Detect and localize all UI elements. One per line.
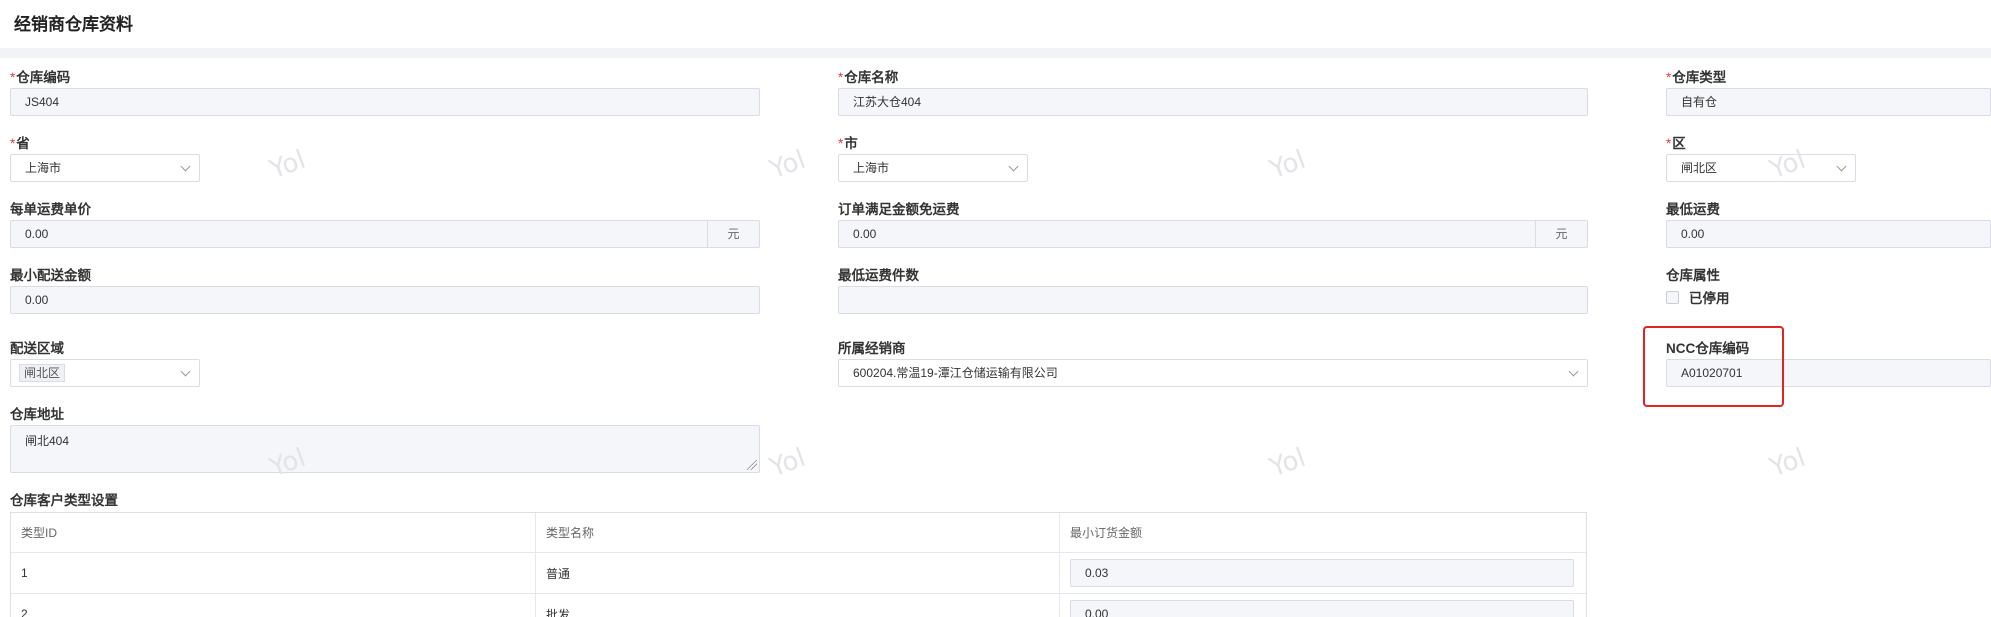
disabled-checkbox[interactable]: [1666, 290, 1679, 304]
warehouse-attr-field: 仓库属性 已停用: [1666, 264, 1991, 314]
warehouse-code-input[interactable]: JS404: [10, 88, 760, 116]
watermark: Yol: [765, 442, 810, 484]
chevron-down-icon: [1568, 366, 1579, 377]
address-label: 仓库地址: [10, 407, 64, 422]
district-value: 闸北区: [1681, 161, 1718, 175]
column-header-type-id: 类型ID: [11, 513, 536, 552]
resize-handle-icon[interactable]: [747, 460, 757, 470]
customer-types-title: 仓库客户类型设置: [10, 493, 118, 508]
distributor-field: 所属经销商 600204.常温19-潭江仓储运输有限公司: [838, 337, 1588, 389]
header-divider: [0, 48, 1991, 58]
min-freight-qty-field: 最低运费件数: [838, 264, 1588, 316]
type-id-cell: 2: [11, 594, 536, 617]
chevron-down-icon: [180, 366, 191, 377]
city-select[interactable]: 上海市: [838, 154, 1028, 182]
province-field: *省 上海市: [10, 132, 200, 184]
city-label: 市: [844, 136, 858, 151]
watermark: Yol: [765, 144, 810, 186]
min-delivery-label: 最小配送金额: [10, 268, 91, 283]
column-header-min-order: 最小订货金额: [1070, 526, 1143, 540]
delivery-area-label: 配送区域: [10, 341, 64, 356]
district-select[interactable]: 闸北区: [1666, 154, 1856, 182]
min-freight-field: 最低运费 0.00: [1666, 198, 1991, 250]
page-header: 经销商仓库资料: [0, 0, 1991, 48]
warehouse-type-input[interactable]: 自有仓: [1666, 88, 1991, 116]
district-field: *区 闸北区: [1666, 132, 1856, 184]
min-order-input[interactable]: 0.00: [1070, 600, 1574, 617]
unit-freight-label: 每单运费单价: [10, 202, 91, 217]
warehouse-attr-label: 仓库属性: [1666, 268, 1720, 283]
table-header: 类型ID 类型名称 最小订货金额: [11, 513, 1586, 553]
type-name-cell: 普通: [536, 553, 1060, 593]
min-order-input[interactable]: 0.03: [1070, 559, 1574, 587]
address-value: 闸北404: [25, 434, 70, 448]
min-freight-qty-label: 最低运费件数: [838, 268, 919, 283]
district-label: 区: [1672, 136, 1686, 151]
chevron-down-icon: [180, 161, 191, 172]
chevron-down-icon: [1008, 161, 1019, 172]
warehouse-name-input[interactable]: 江苏大仓404: [838, 88, 1588, 116]
highlight-box: [1643, 326, 1784, 407]
type-name-cell: 批发: [536, 594, 1060, 617]
min-freight-qty-input[interactable]: [838, 286, 1588, 314]
province-value: 上海市: [25, 161, 62, 175]
min-delivery-input[interactable]: 0.00: [10, 286, 760, 314]
distributor-select[interactable]: 600204.常温19-潭江仓储运输有限公司: [838, 359, 1588, 387]
unit-freight-suffix: 元: [707, 221, 759, 247]
table-row: 2 批发 0.00: [11, 594, 1586, 617]
warehouse-name-field: *仓库名称 江苏大仓404: [838, 66, 1588, 118]
required-mark: *: [838, 136, 844, 151]
free-freight-label: 订单满足金额免运费: [838, 202, 960, 217]
required-mark: *: [10, 136, 16, 151]
required-mark: *: [10, 70, 16, 85]
disabled-checkbox-label: 已停用: [1689, 291, 1730, 306]
delivery-area-tag: 闸北区: [19, 364, 66, 382]
customer-types-table: 类型ID 类型名称 最小订货金额 1 普通 0.03 2 批发 0.00: [10, 512, 1587, 617]
min-freight-input[interactable]: 0.00: [1666, 220, 1991, 248]
warehouse-code-label: 仓库编码: [16, 70, 71, 85]
city-value: 上海市: [853, 161, 890, 175]
unit-freight-value: 0.00: [25, 227, 49, 241]
city-field: *市 上海市: [838, 132, 1028, 184]
required-mark: *: [1666, 136, 1672, 151]
free-freight-field: 订单满足金额免运费 0.00 元: [838, 198, 1588, 250]
free-freight-value: 0.00: [853, 227, 877, 241]
free-freight-suffix: 元: [1535, 221, 1587, 247]
province-select[interactable]: 上海市: [10, 154, 200, 182]
type-id-cell: 1: [11, 553, 536, 593]
free-freight-input[interactable]: 0.00 元: [838, 220, 1588, 248]
warehouse-type-label: 仓库类型: [1672, 70, 1727, 85]
page-title: 经销商仓库资料: [14, 15, 133, 34]
warehouse-name-label: 仓库名称: [844, 70, 899, 85]
address-field: 仓库地址 闸北404: [10, 403, 760, 475]
warehouse-type-field: *仓库类型 自有仓: [1666, 66, 1991, 118]
required-mark: *: [1666, 70, 1672, 85]
delivery-area-field: 配送区域 闸北区: [10, 337, 200, 389]
watermark: Yol: [265, 144, 310, 186]
warehouse-code-field: *仓库编码 JS404: [10, 66, 760, 118]
province-label: 省: [16, 136, 30, 151]
min-order-cell: 0.03: [1060, 553, 1586, 593]
min-freight-label: 最低运费: [1666, 202, 1720, 217]
unit-freight-field: 每单运费单价 0.00 元: [10, 198, 760, 250]
watermark: Yol: [1265, 442, 1310, 484]
table-row: 1 普通 0.03: [11, 553, 1586, 594]
chevron-down-icon: [1836, 161, 1847, 172]
unit-freight-input[interactable]: 0.00 元: [10, 220, 760, 248]
required-mark: *: [838, 70, 844, 85]
disabled-checkbox-row[interactable]: 已停用: [1666, 286, 1730, 308]
distributor-value: 600204.常温19-潭江仓储运输有限公司: [853, 366, 1058, 380]
watermark: Yol: [1265, 144, 1310, 186]
column-header-type-name: 类型名称: [536, 513, 1060, 552]
distributor-label: 所属经销商: [838, 341, 906, 356]
address-textarea[interactable]: 闸北404: [10, 425, 760, 473]
delivery-area-select[interactable]: 闸北区: [10, 359, 200, 387]
min-order-cell: 0.00: [1060, 594, 1586, 617]
watermark: Yol: [1765, 442, 1810, 484]
min-delivery-field: 最小配送金额 0.00: [10, 264, 760, 316]
